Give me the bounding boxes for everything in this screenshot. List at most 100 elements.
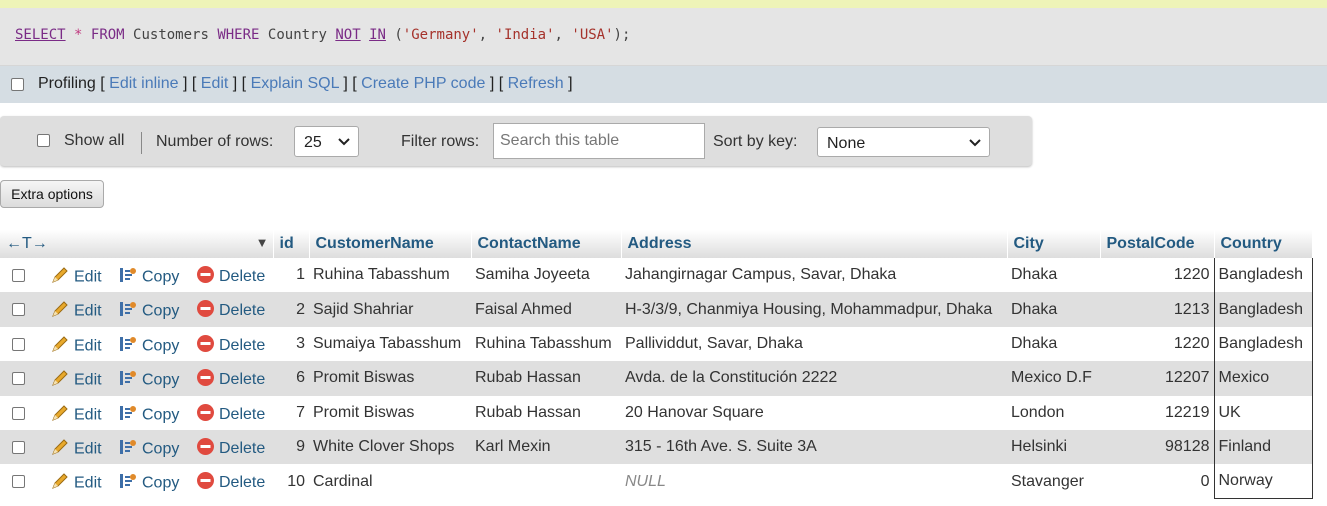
- cell-id[interactable]: 2: [273, 292, 309, 327]
- copy-action[interactable]: Copy: [118, 334, 179, 359]
- cell-postalcode[interactable]: 1220: [1100, 258, 1214, 293]
- cell-id[interactable]: 1: [273, 258, 309, 293]
- delete-action[interactable]: Delete: [196, 437, 265, 461]
- copy-action[interactable]: Copy: [118, 265, 179, 290]
- cell-id[interactable]: 3: [273, 326, 309, 362]
- edit-action[interactable]: Edit: [50, 403, 102, 428]
- cell-address[interactable]: Pallividdut, Savar, Dhaka: [621, 326, 1007, 362]
- cell-address[interactable]: 20 Hanovar Square: [621, 395, 1007, 430]
- cell-contactname[interactable]: [471, 464, 621, 499]
- cell-country[interactable]: Bangladesh: [1213, 292, 1313, 327]
- cell-customername[interactable]: Ruhina Tabasshum: [309, 258, 471, 293]
- edit-action[interactable]: Edit: [50, 471, 102, 496]
- copy-action[interactable]: Copy: [118, 368, 179, 393]
- sort-triangle-icon[interactable]: ▼: [256, 235, 269, 250]
- edit-action[interactable]: Edit: [50, 368, 102, 393]
- row-checkbox[interactable]: [12, 406, 25, 420]
- cell-contactname[interactable]: Karl Mexin: [471, 429, 621, 465]
- cell-city[interactable]: London: [1007, 395, 1100, 430]
- cell-country[interactable]: Mexico: [1213, 361, 1313, 396]
- cell-city[interactable]: Stavanger: [1007, 464, 1100, 499]
- rows-select[interactable]: 25: [294, 126, 359, 157]
- edit-action[interactable]: Edit: [50, 265, 102, 290]
- cell-customername[interactable]: White Clover Shops: [309, 429, 471, 465]
- edit-action[interactable]: Edit: [50, 437, 102, 462]
- column-header-contactname[interactable]: ContactName: [471, 230, 622, 258]
- delete-action[interactable]: Delete: [196, 403, 265, 427]
- sort-by-key-select[interactable]: None: [817, 127, 990, 157]
- cell-postalcode[interactable]: 1213: [1100, 292, 1214, 327]
- row-checkbox[interactable]: [12, 475, 25, 489]
- cell-postalcode[interactable]: 12207: [1100, 361, 1214, 396]
- row-checkbox[interactable]: [12, 440, 25, 454]
- refresh-link[interactable]: Refresh: [508, 75, 564, 92]
- cell-address[interactable]: 315 - 16th Ave. S. Suite 3A: [621, 429, 1007, 465]
- copy-action[interactable]: Copy: [118, 471, 179, 496]
- sql-keyword[interactable]: NOT: [335, 27, 360, 43]
- edit-action[interactable]: Edit: [50, 299, 102, 324]
- cell-contactname[interactable]: Samiha Joyeeta: [471, 258, 621, 293]
- column-header-customername[interactable]: CustomerName: [309, 230, 472, 258]
- cell-address[interactable]: NULL: [621, 464, 1007, 499]
- column-header-city[interactable]: City: [1007, 230, 1101, 258]
- explain-sql-link[interactable]: Explain SQL: [251, 75, 339, 92]
- cell-country[interactable]: Finland: [1213, 429, 1313, 465]
- delete-action[interactable]: Delete: [196, 334, 265, 358]
- cell-country[interactable]: Bangladesh: [1213, 258, 1313, 293]
- cell-contactname[interactable]: Faisal Ahmed: [471, 292, 621, 327]
- copy-action[interactable]: Copy: [118, 437, 179, 462]
- cell-customername[interactable]: Cardinal: [309, 464, 471, 499]
- row-checkbox[interactable]: [12, 303, 25, 317]
- cell-country[interactable]: UK: [1213, 395, 1313, 430]
- edit-action[interactable]: Edit: [50, 334, 102, 359]
- cell-city[interactable]: Helsinki: [1007, 429, 1100, 465]
- row-checkbox[interactable]: [12, 372, 25, 386]
- cell-id[interactable]: 9: [273, 429, 309, 465]
- column-header-postalcode[interactable]: PostalCode: [1100, 230, 1215, 258]
- cell-postalcode[interactable]: 1220: [1100, 326, 1214, 362]
- delete-action[interactable]: Delete: [196, 368, 265, 392]
- cell-country[interactable]: Norway: [1213, 464, 1313, 500]
- cell-contactname[interactable]: Rubab Hassan: [471, 361, 621, 396]
- cell-city[interactable]: Dhaka: [1007, 292, 1100, 327]
- cell-postalcode[interactable]: 0: [1100, 464, 1214, 499]
- edit-inline-link[interactable]: Edit inline: [109, 75, 178, 92]
- copy-action[interactable]: Copy: [118, 299, 179, 324]
- column-header-id[interactable]: id: [273, 230, 310, 258]
- cell-contactname[interactable]: Rubab Hassan: [471, 395, 621, 430]
- sql-keyword[interactable]: IN: [369, 27, 386, 43]
- column-header-address[interactable]: Address: [621, 230, 1008, 258]
- cell-city[interactable]: Dhaka: [1007, 326, 1100, 362]
- cell-address[interactable]: Avda. de la Constitución 2222: [621, 361, 1007, 396]
- sql-keyword[interactable]: SELECT: [15, 27, 66, 43]
- cell-address[interactable]: H-3/3/9, Chanmiya Housing, Mohammadpur, …: [621, 292, 1007, 327]
- cell-id[interactable]: 6: [273, 361, 309, 396]
- row-checkbox[interactable]: [12, 337, 25, 351]
- cell-country[interactable]: Bangladesh: [1213, 326, 1313, 362]
- cell-city[interactable]: Dhaka: [1007, 258, 1100, 293]
- cell-postalcode[interactable]: 12219: [1100, 395, 1214, 430]
- cell-city[interactable]: Mexico D.F: [1007, 361, 1100, 396]
- cell-customername[interactable]: Sumaiya Tabasshum: [309, 326, 471, 362]
- show-all-checkbox[interactable]: [37, 134, 50, 147]
- edit-link[interactable]: Edit: [201, 75, 229, 92]
- cell-id[interactable]: 7: [273, 395, 309, 430]
- cell-customername[interactable]: Sajid Shahriar: [309, 292, 471, 327]
- delete-action[interactable]: Delete: [196, 265, 265, 289]
- cell-customername[interactable]: Promit Biswas: [309, 361, 471, 396]
- row-checkbox[interactable]: [12, 269, 25, 282]
- filter-rows-input[interactable]: Search this table: [493, 123, 705, 159]
- profiling-checkbox[interactable]: [11, 78, 24, 91]
- column-header-country[interactable]: Country: [1214, 230, 1313, 258]
- delete-action[interactable]: Delete: [196, 299, 265, 323]
- column-arrows-icon[interactable]: ←T→: [6, 235, 48, 252]
- cell-contactname[interactable]: Ruhina Tabasshum: [471, 326, 621, 362]
- copy-action[interactable]: Copy: [118, 403, 179, 428]
- cell-address[interactable]: Jahangirnagar Campus, Savar, Dhaka: [621, 258, 1007, 293]
- delete-action[interactable]: Delete: [196, 471, 265, 495]
- cell-id[interactable]: 10: [273, 464, 309, 499]
- create-php-code-link[interactable]: Create PHP code: [361, 75, 485, 92]
- extra-options-button[interactable]: Extra options: [0, 180, 104, 208]
- cell-customername[interactable]: Promit Biswas: [309, 395, 471, 430]
- cell-postalcode[interactable]: 98128: [1100, 429, 1214, 465]
